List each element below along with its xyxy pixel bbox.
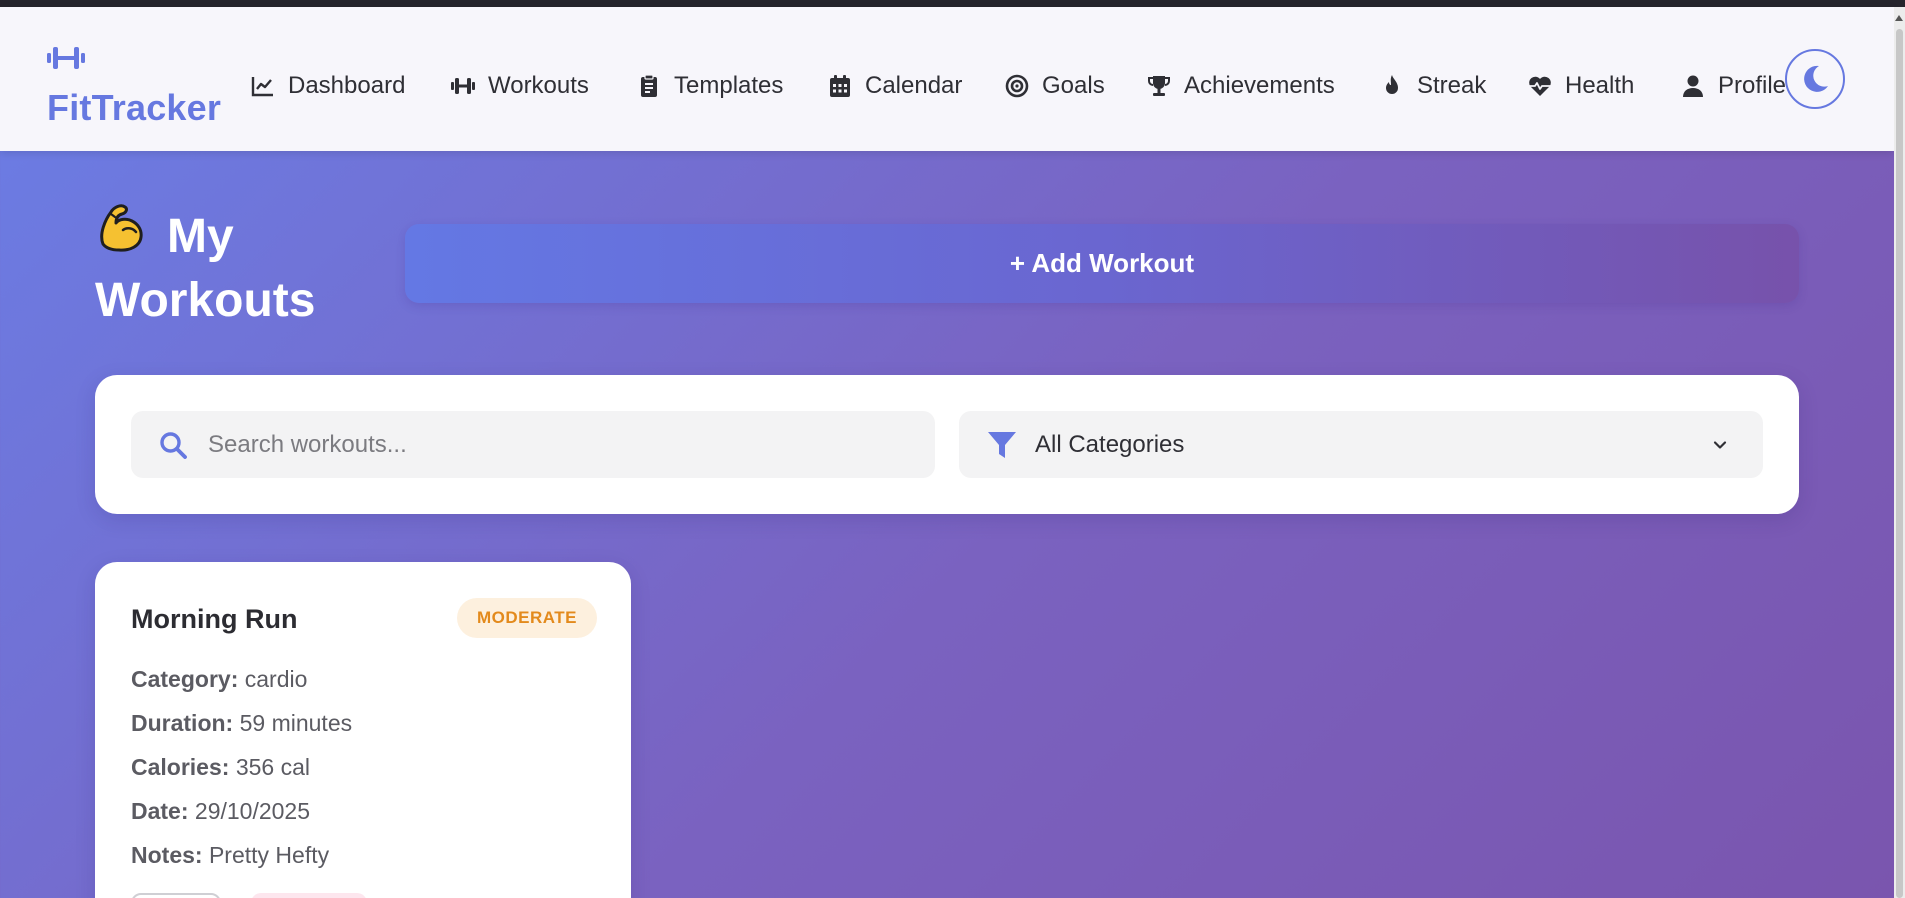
page-title: My Workouts — [95, 200, 385, 333]
detail-label: Category: — [131, 666, 239, 692]
window-top-border — [0, 0, 1905, 7]
chevron-down-icon — [1713, 441, 1727, 449]
filter-card: All Categories — [95, 375, 1799, 514]
clipboard-icon — [641, 74, 657, 97]
trophy-icon — [1148, 76, 1170, 96]
moon-icon — [1804, 65, 1828, 92]
nav-item-calendar[interactable]: Calendar — [828, 61, 962, 111]
search-input[interactable] — [208, 411, 908, 478]
nav-label: Health — [1565, 72, 1635, 99]
nav-item-profile[interactable]: Profile — [1681, 61, 1786, 111]
workout-card[interactable]: Morning Run MODERATE Category: cardio Du… — [95, 562, 631, 898]
flexed-biceps-icon — [95, 200, 153, 258]
nav-label: Calendar — [865, 72, 963, 99]
category-select[interactable]: All Categories — [959, 411, 1763, 478]
nav-item-templates[interactable]: Templates — [637, 61, 783, 111]
workout-date: Date: 29/10/2025 — [131, 798, 310, 825]
scroll-up-arrow-icon[interactable] — [1895, 15, 1903, 21]
dumbbell-icon — [451, 78, 475, 94]
workout-notes: Notes: Pretty Hefty — [131, 842, 329, 869]
detail-label: Notes: — [131, 842, 203, 868]
nav-item-streak[interactable]: Streak — [1380, 61, 1486, 111]
target-icon — [1005, 74, 1029, 98]
main-nav: Dashboard Workouts Templates Calendar Go… — [0, 61, 1894, 111]
nav-item-workouts[interactable]: Workouts — [451, 61, 589, 111]
page-scrollbar[interactable] — [1894, 7, 1905, 898]
edit-button[interactable] — [131, 893, 221, 898]
nav-label: Goals — [1042, 72, 1105, 99]
detail-label: Calories: — [131, 754, 230, 780]
detail-value: cardio — [244, 666, 308, 692]
intensity-badge: MODERATE — [457, 598, 597, 638]
scrollbar-thumb[interactable] — [1896, 29, 1903, 898]
category-select-value: All Categories — [1035, 431, 1185, 458]
nav-label: Dashboard — [288, 72, 406, 99]
detail-value: 29/10/2025 — [194, 798, 311, 824]
detail-value: 356 cal — [235, 754, 310, 780]
heart-pulse-icon — [1529, 76, 1551, 96]
nav-item-health[interactable]: Health — [1528, 61, 1634, 111]
workout-calories: Calories: 356 cal — [131, 754, 310, 781]
user-icon — [1683, 75, 1703, 97]
theme-toggle-button[interactable] — [1785, 49, 1845, 109]
search-box[interactable] — [131, 411, 935, 478]
nav-label: Profile — [1718, 72, 1787, 99]
chart-line-icon — [251, 77, 273, 97]
nav-label: Achievements — [1184, 72, 1335, 99]
calendar-icon — [830, 75, 850, 97]
detail-label: Date: — [131, 798, 189, 824]
filter-icon — [988, 432, 1016, 458]
nav-label: Streak — [1417, 72, 1487, 99]
add-workout-button[interactable]: + Add Workout — [405, 224, 1799, 303]
search-icon — [160, 432, 187, 459]
workout-category: Category: cardio — [131, 666, 307, 693]
detail-value: Pretty Hefty — [208, 842, 330, 868]
detail-value: 59 minutes — [239, 710, 353, 736]
nav-label: Workouts — [488, 72, 589, 99]
top-navbar: FitTracker Dashboard Workouts Templates … — [0, 7, 1894, 151]
workout-duration: Duration: 59 minutes — [131, 710, 352, 737]
nav-label: Templates — [674, 72, 784, 99]
nav-item-achievements[interactable]: Achievements — [1147, 61, 1335, 111]
delete-button[interactable] — [251, 893, 367, 898]
nav-item-dashboard[interactable]: Dashboard — [251, 61, 405, 111]
detail-label: Duration: — [131, 710, 234, 736]
fire-icon — [1386, 75, 1398, 94]
nav-item-goals[interactable]: Goals — [1005, 61, 1105, 111]
workout-title: Morning Run — [131, 604, 298, 634]
